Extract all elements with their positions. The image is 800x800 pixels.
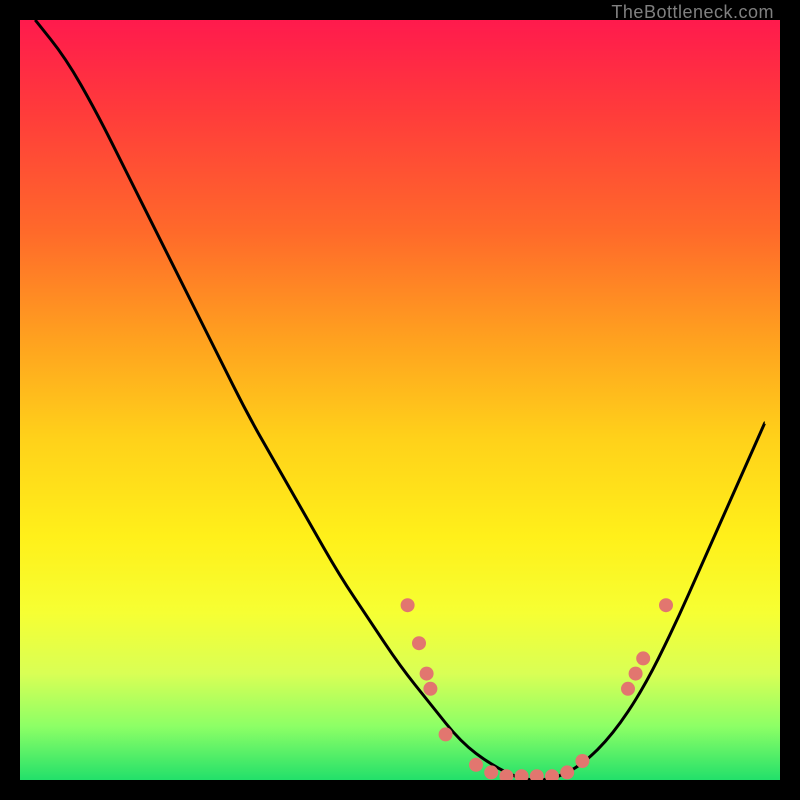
data-dot (659, 598, 673, 612)
data-dots (401, 598, 673, 780)
data-dot (469, 758, 483, 772)
data-dot (401, 598, 415, 612)
data-dot (484, 765, 498, 779)
data-dot (423, 682, 437, 696)
data-dot (439, 727, 453, 741)
data-dot (575, 754, 589, 768)
data-dot (515, 769, 529, 780)
data-dot (629, 667, 643, 681)
data-dot (545, 769, 559, 780)
curve-svg (20, 20, 780, 780)
data-dot (560, 765, 574, 779)
data-dot (636, 651, 650, 665)
data-dot (412, 636, 426, 650)
chart-frame: TheBottleneck.com (20, 20, 780, 780)
data-dot (420, 667, 434, 681)
bottleneck-curve (35, 20, 765, 780)
data-dot (621, 682, 635, 696)
data-dot (530, 769, 544, 780)
